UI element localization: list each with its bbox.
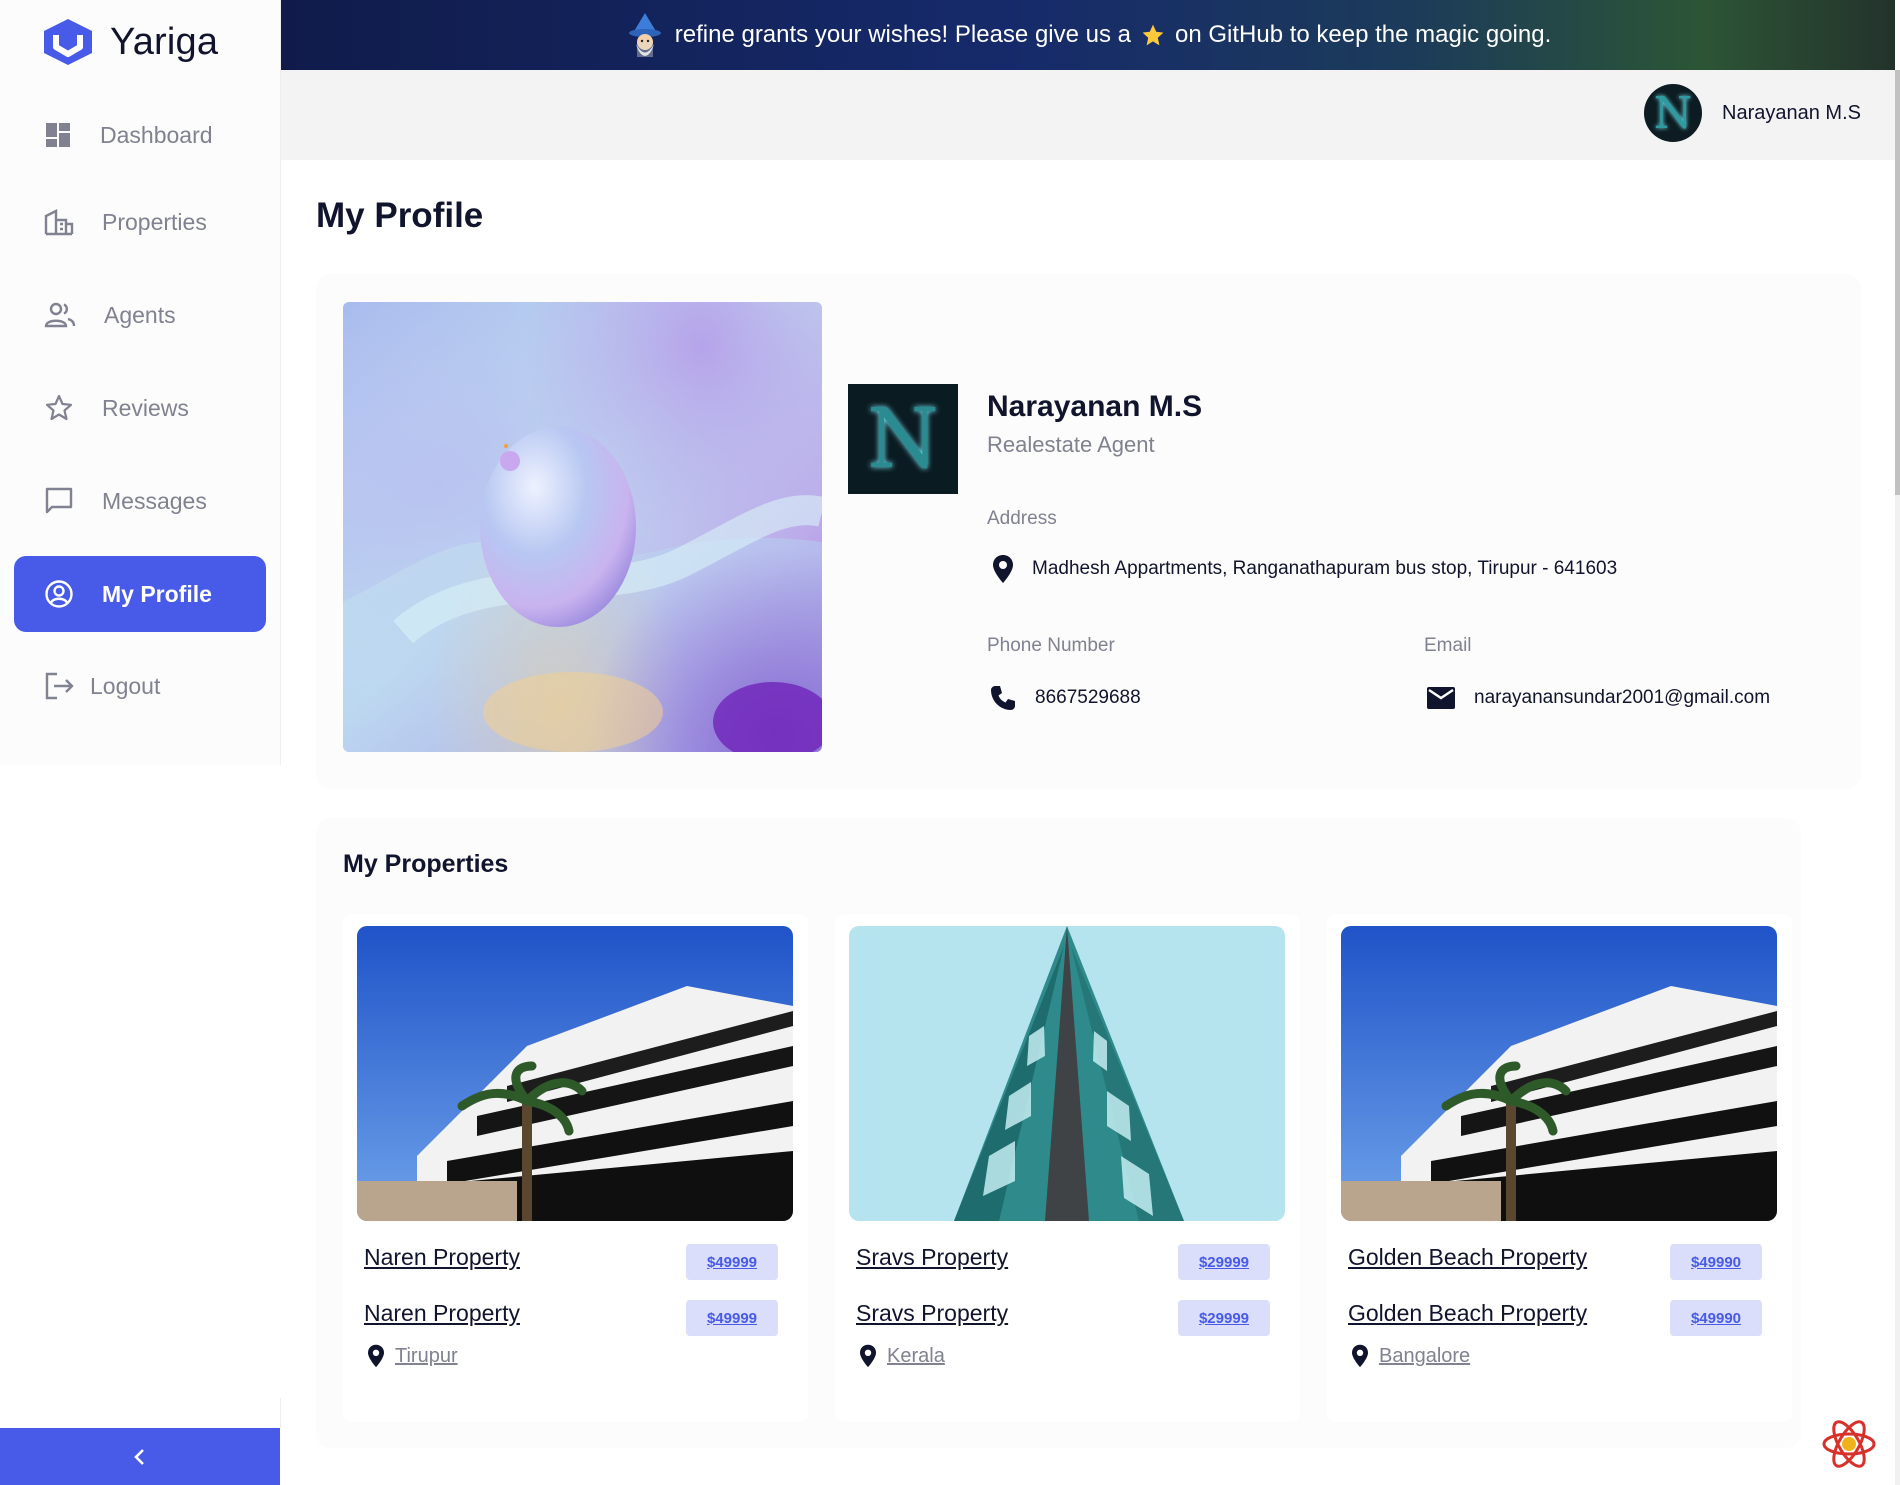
- property-image[interactable]: [849, 926, 1285, 1221]
- property-title-secondary[interactable]: Naren Property: [364, 1300, 520, 1327]
- sidebar-collapse-button[interactable]: [0, 1428, 280, 1485]
- sidebar-item-my-profile[interactable]: My Profile: [14, 556, 266, 632]
- github-star-banner[interactable]: refine grants your wishes! Please give u…: [281, 0, 1895, 70]
- logout-icon: [45, 672, 74, 700]
- top-header: N Narayanan M.S: [281, 70, 1895, 160]
- star-icon: [45, 394, 73, 421]
- avatar[interactable]: N: [1644, 84, 1703, 142]
- profile-role: Realestate Agent: [987, 432, 1155, 457]
- location-pin-icon: [1352, 1344, 1368, 1368]
- email-value: narayanansundar2001@gmail.com: [1474, 687, 1771, 708]
- app-name: Yariga: [110, 20, 219, 63]
- my-properties-section: My Properties Naren Property $49999 Nare…: [316, 818, 1801, 1448]
- price-badge-secondary: $29999: [1178, 1300, 1270, 1336]
- property-location: Kerala: [859, 1344, 945, 1368]
- property-title-secondary[interactable]: Sravs Property: [856, 1300, 1008, 1327]
- price-badge: $29999: [1178, 1244, 1270, 1280]
- sidebar-item-label: Messages: [102, 487, 207, 514]
- react-devtools-icon[interactable]: [1821, 1416, 1877, 1472]
- avatar-letter: N: [1653, 87, 1693, 139]
- sidebar-item-agents[interactable]: Agents: [14, 277, 266, 353]
- property-location: Bangalore: [1351, 1344, 1470, 1368]
- phone-value: 8667529688: [1035, 687, 1141, 708]
- sidebar-item-label: Properties: [102, 208, 207, 235]
- property-image[interactable]: [1341, 926, 1777, 1221]
- price-badge: $49999: [686, 1244, 778, 1280]
- property-title[interactable]: Golden Beach Property: [1348, 1244, 1587, 1271]
- apartment-photo: [357, 926, 793, 1221]
- location-pin-icon: [993, 555, 1013, 583]
- sidebar-item-label: Logout: [90, 672, 161, 699]
- sidebar-divider: [280, 1398, 281, 1428]
- banner-text-start: refine grants your wishes! Please give u…: [674, 21, 1131, 48]
- sidebar-item-messages[interactable]: Messages: [14, 463, 266, 539]
- sidebar-item-label: Reviews: [102, 394, 189, 421]
- location-pin-icon: [368, 1344, 384, 1368]
- dashboard-icon: [46, 123, 70, 147]
- profile-avatar-letter: N: [867, 391, 939, 487]
- yariga-logo-icon: [44, 19, 92, 65]
- property-card[interactable]: Sravs Property $29999 Sravs Property $29…: [835, 914, 1300, 1422]
- sidebar-item-label: My Profile: [102, 580, 212, 607]
- people-icon: [44, 302, 76, 328]
- sidebar-item-label: Dashboard: [100, 121, 213, 148]
- page-title: My Profile: [316, 196, 484, 235]
- section-title: My Properties: [343, 850, 509, 878]
- property-image[interactable]: [357, 926, 793, 1221]
- account-icon: [45, 580, 73, 608]
- property-card[interactable]: Golden Beach Property $49990 Golden Beac…: [1327, 914, 1792, 1422]
- apartment-photo: [1341, 926, 1777, 1221]
- chevron-left-icon: [134, 1448, 144, 1465]
- phone-label: Phone Number: [987, 635, 1115, 656]
- chat-icon: [45, 487, 73, 514]
- address-value: Madhesh Appartments, Ranganathapuram bus…: [1032, 558, 1618, 579]
- star-emoji-icon: [1142, 24, 1164, 46]
- mail-icon: [1427, 687, 1455, 709]
- abstract-art: [343, 427, 822, 752]
- property-title[interactable]: Naren Property: [364, 1244, 520, 1271]
- address-label: Address: [987, 508, 1057, 529]
- property-location: Tirupur: [367, 1344, 458, 1368]
- banner-text-end: on GitHub to keep the magic going.: [1175, 21, 1552, 48]
- header-user-name: Narayanan M.S: [1722, 101, 1861, 124]
- price-badge: $49990: [1670, 1244, 1762, 1280]
- sidebar-item-dashboard[interactable]: Dashboard: [14, 97, 266, 173]
- profile-name: Narayanan M.S: [987, 390, 1203, 423]
- profile-card: N Narayanan M.S Realestate Agent Address…: [316, 274, 1861, 789]
- profile-cover-image: [343, 302, 822, 752]
- address-row: Madhesh Appartments, Ranganathapuram bus…: [992, 554, 1617, 584]
- location-text[interactable]: Tirupur: [395, 1345, 458, 1368]
- wizard-icon: [628, 13, 661, 57]
- building-icon: [44, 209, 74, 236]
- app-logo[interactable]: Yariga: [40, 12, 218, 72]
- sidebar: Yariga Dashboard Properties Agents Revie…: [0, 0, 281, 765]
- location-text[interactable]: Kerala: [887, 1345, 945, 1368]
- user-menu[interactable]: N Narayanan M.S: [1644, 84, 1861, 142]
- tower-photo: [849, 926, 1285, 1221]
- profile-avatar: N: [848, 384, 958, 494]
- sidebar-item-reviews[interactable]: Reviews: [14, 370, 266, 446]
- scrollbar-thumb[interactable]: [1895, 70, 1900, 495]
- sidebar-item-label: Agents: [104, 301, 176, 328]
- property-title[interactable]: Sravs Property: [856, 1244, 1008, 1271]
- phone-row: 8667529688: [989, 684, 1141, 712]
- sidebar-item-properties[interactable]: Properties: [14, 184, 266, 260]
- email-row: narayanansundar2001@gmail.com: [1426, 686, 1770, 710]
- property-card[interactable]: Naren Property $49999 Naren Property $49…: [343, 914, 808, 1422]
- price-badge-secondary: $49999: [686, 1300, 778, 1336]
- phone-icon: [991, 686, 1015, 710]
- price-badge-secondary: $49990: [1670, 1300, 1762, 1336]
- email-label: Email: [1424, 635, 1472, 656]
- property-title-secondary[interactable]: Golden Beach Property: [1348, 1300, 1587, 1327]
- sidebar-item-logout[interactable]: Logout: [14, 648, 266, 724]
- location-text[interactable]: Bangalore: [1379, 1345, 1470, 1368]
- location-pin-icon: [860, 1344, 876, 1368]
